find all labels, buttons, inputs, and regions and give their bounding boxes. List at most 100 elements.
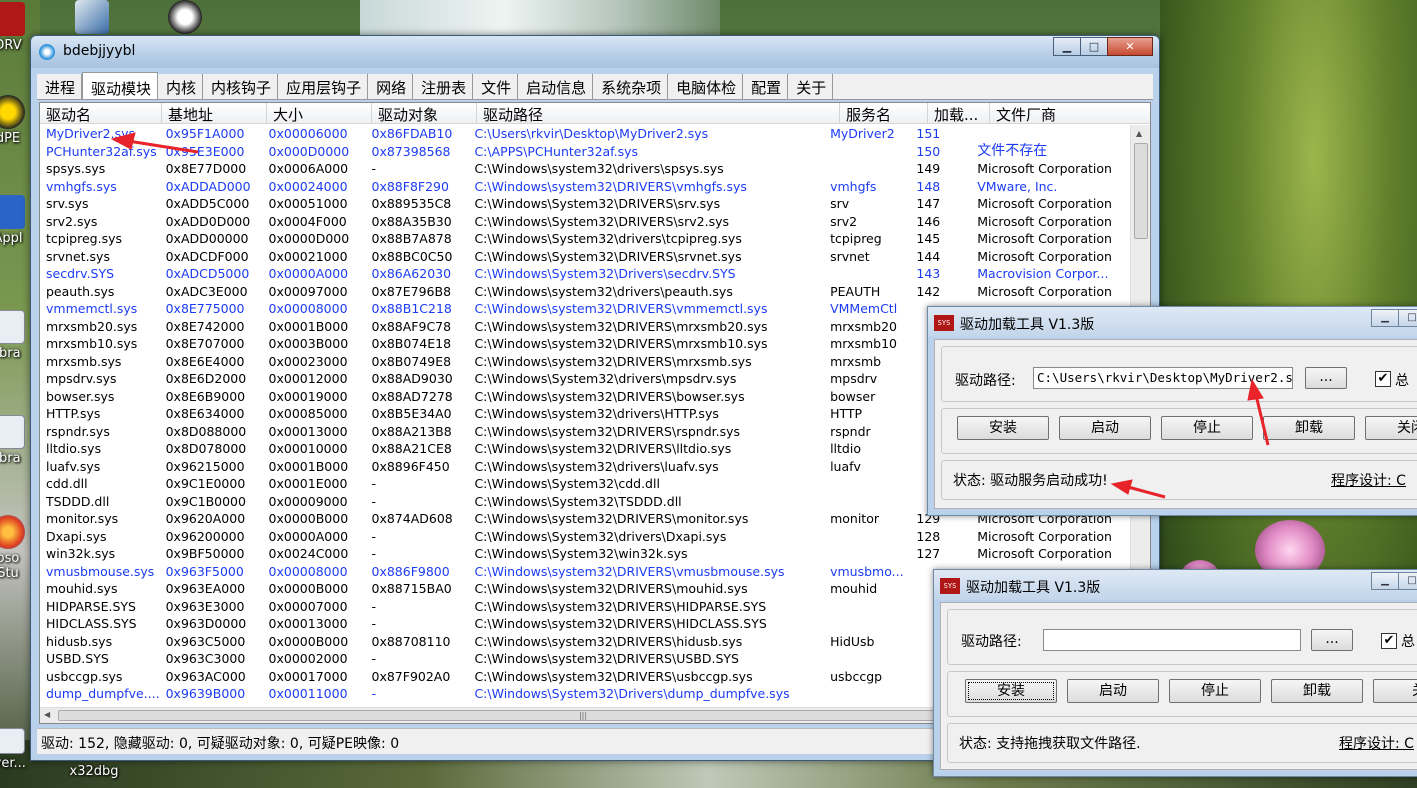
table-row[interactable]: PCHunter32af.sys 0x95E3E000 0x000D0000 0x87…	[40, 143, 1130, 161]
loader2-browse-button[interactable]: ...	[1311, 629, 1353, 651]
column-header-name[interactable]: 驱动名	[40, 103, 162, 123]
table-cell: C:\Windows\system32\DRIVERS\mouhid.sys	[474, 581, 748, 596]
sys-icon: SYS	[934, 315, 954, 331]
loader2-path-input[interactable]	[1043, 629, 1301, 651]
loader2-start-button[interactable]: 启动	[1067, 679, 1159, 703]
loader1-stop-button[interactable]: 停止	[1161, 416, 1253, 440]
loader2-uninstall-button[interactable]: 卸载	[1271, 679, 1363, 703]
loader1-body: 驱动路径: C:\Users\rkvir\Desktop\MyDriver2.s…	[934, 339, 1417, 509]
table-cell: 0x00006000	[268, 126, 348, 141]
table-row[interactable]: secdrv.SYS 0xADCD5000 0x0000A000 0x86A62030…	[40, 265, 1130, 283]
table-cell: win32k.sys	[46, 546, 116, 561]
tab-kernel-hooks[interactable]: 内核钩子	[203, 74, 279, 99]
table-cell: 0x00012000	[268, 371, 348, 386]
table-row[interactable]: tcpipreg.sys 0xADD00000 0x0000D000 0x88B7A8…	[40, 230, 1130, 248]
table-row[interactable]: vmhgfs.sys 0xADDAD000 0x00024000 0x88F8F290…	[40, 178, 1130, 196]
tab-process[interactable]: 进程	[37, 74, 83, 99]
table-cell: -	[371, 161, 377, 176]
tab-kernel[interactable]: 内核	[158, 74, 204, 99]
loader1-credit-link[interactable]: 程序设计: C	[1331, 470, 1406, 490]
table-cell: Macrovision Corpor...	[977, 266, 1109, 281]
tab-network[interactable]: 网络	[368, 74, 414, 99]
loader1-path-input[interactable]: C:\Users\rkvir\Desktop\MyDriver2.sys	[1033, 367, 1293, 389]
close-button[interactable]: ✕	[1107, 37, 1153, 56]
main-titlebar[interactable]: bdebjjyybl ▁ □ ✕	[31, 36, 1159, 68]
loader1-titlebar[interactable]: SYS 驱动加载工具 V1.3版 ▁ □	[928, 307, 1417, 337]
table-row[interactable]: srv2.sys 0xADD0D000 0x0004F000 0x88A35B30 C:…	[40, 213, 1130, 231]
table-cell: 0x00021000	[268, 248, 348, 264]
table-cell: 0x0000B000	[268, 581, 349, 596]
tab-about[interactable]: 关于	[788, 74, 834, 99]
loader2-credit-link[interactable]: 程序设计: C	[1339, 733, 1414, 753]
table-cell: 0x88A35B30	[371, 213, 452, 229]
maximize-button[interactable]: □	[1080, 37, 1108, 56]
loader1-uninstall-button[interactable]: 卸载	[1263, 416, 1355, 440]
tab-registry[interactable]: 注册表	[413, 74, 474, 99]
loader1-install-button[interactable]: 安装	[957, 416, 1049, 440]
loader1-title: 驱动加载工具 V1.3版	[960, 317, 1095, 333]
table-cell	[824, 528, 910, 546]
column-header-path[interactable]: 驱动路径	[477, 103, 840, 123]
loader1-maximize-button[interactable]: □	[1398, 309, 1417, 327]
loader2-maximize-button[interactable]: □	[1398, 572, 1417, 590]
table-cell: Dxapi.sys	[46, 528, 107, 544]
tab-driver-modules[interactable]: 驱动模块	[82, 72, 159, 99]
table-row[interactable]: MyDriver2.sys 0x95F1A000 0x00006000 0x86FDA…	[40, 125, 1130, 143]
tab-files[interactable]: 文件	[473, 74, 519, 99]
table-cell: 0x0003B000	[268, 336, 349, 351]
column-header-vendor[interactable]: 文件厂商	[990, 103, 1150, 123]
tab-checkup[interactable]: 电脑体检	[668, 74, 744, 99]
tab-misc[interactable]: 系统杂项	[593, 74, 669, 99]
table-cell: mpsdrv.sys	[46, 371, 117, 386]
scroll-thumb[interactable]	[1134, 143, 1148, 239]
driver-loader-window-1: SYS 驱动加载工具 V1.3版 ▁ □ 驱动路径: C:\Users\rkvi…	[927, 306, 1417, 516]
table-cell: 0x00002000	[268, 651, 348, 666]
table-row[interactable]: win32k.sys 0x9BF50000 0x0024C000 - C:\Window…	[40, 545, 1130, 563]
table-cell: C:\Windows\system32\DRIVERS\vmhgfs.sys	[474, 178, 747, 194]
scroll-up-icon[interactable]: ▲	[1136, 129, 1142, 138]
desktop-icon-qq[interactable]	[155, 0, 215, 36]
column-header-object[interactable]: 驱动对象	[372, 103, 477, 123]
table-cell: vmusbmo...	[830, 563, 904, 579]
loader1-start-button[interactable]: 启动	[1059, 416, 1151, 440]
table-cell: 0x00007000	[268, 598, 348, 614]
tab-config[interactable]: 配置	[743, 74, 789, 99]
loader2-install-button[interactable]: 安装	[965, 679, 1057, 703]
table-row[interactable]: srvnet.sys 0xADCDF000 0x00021000 0x88BC0C50…	[40, 248, 1130, 266]
loader1-checkbox[interactable]: ✔	[1375, 371, 1391, 387]
table-cell: 0x8E77D000	[165, 161, 247, 176]
desktop-icon-x32dbg[interactable]: x32dbg	[64, 764, 124, 779]
list-header: 驱动名 基地址 大小 驱动对象 驱动路径 服务名 加载... 文件厂商	[40, 103, 1150, 124]
loader2-stop-button[interactable]: 停止	[1169, 679, 1261, 703]
radiation-icon	[0, 95, 25, 129]
column-header-service[interactable]: 服务名	[840, 103, 928, 123]
column-header-load-order[interactable]: 加载...	[928, 103, 990, 123]
column-header-size[interactable]: 大小	[267, 103, 372, 123]
table-cell: 0x00097000	[268, 283, 348, 299]
column-header-base[interactable]: 基地址	[162, 103, 267, 123]
table-cell: 0x87E796B8	[371, 283, 452, 299]
loader1-browse-button[interactable]: ...	[1305, 367, 1347, 389]
table-cell: Microsoft Corporation	[977, 546, 1112, 561]
table-cell: C:\Windows\system32\DRIVERS\HIDPARSE.SYS	[474, 598, 767, 614]
tab-startup[interactable]: 启动信息	[518, 74, 594, 99]
loader2-minimize-button[interactable]: ▁	[1371, 572, 1399, 590]
table-cell: 142	[916, 283, 941, 299]
minimize-button[interactable]: ▁	[1053, 37, 1081, 56]
loader2-checkbox[interactable]: ✔	[1381, 633, 1397, 649]
table-row[interactable]: Dxapi.sys 0x96200000 0x0000A000 - C:\Windows…	[40, 528, 1130, 546]
table-cell	[824, 475, 910, 493]
loader2-close-button[interactable]: 关	[1373, 679, 1417, 703]
tab-app-hooks[interactable]: 应用层钩子	[278, 74, 369, 99]
table-cell: -	[371, 546, 377, 561]
table-cell: C:\Windows\system32\DRIVERS\hidusb.sys	[474, 633, 743, 649]
loader1-close-button[interactable]: 关闭	[1365, 416, 1417, 440]
scroll-left-icon[interactable]: ◀	[44, 710, 50, 719]
table-row[interactable]: srv.sys 0xADD5C000 0x00051000 0x889535C8 C:\…	[40, 195, 1130, 213]
desktop-icon-shortcut[interactable]	[62, 0, 122, 36]
loader2-titlebar[interactable]: SYS 驱动加载工具 V1.3版 ▁ □	[934, 570, 1417, 600]
table-row[interactable]: spsys.sys 0x8E77D000 0x0006A000 - C:\Windows…	[40, 160, 1130, 178]
table-cell: 145	[916, 231, 941, 246]
loader1-minimize-button[interactable]: ▁	[1371, 309, 1399, 327]
table-row[interactable]: peauth.sys 0xADC3E000 0x00097000 0x87E796B8…	[40, 283, 1130, 301]
